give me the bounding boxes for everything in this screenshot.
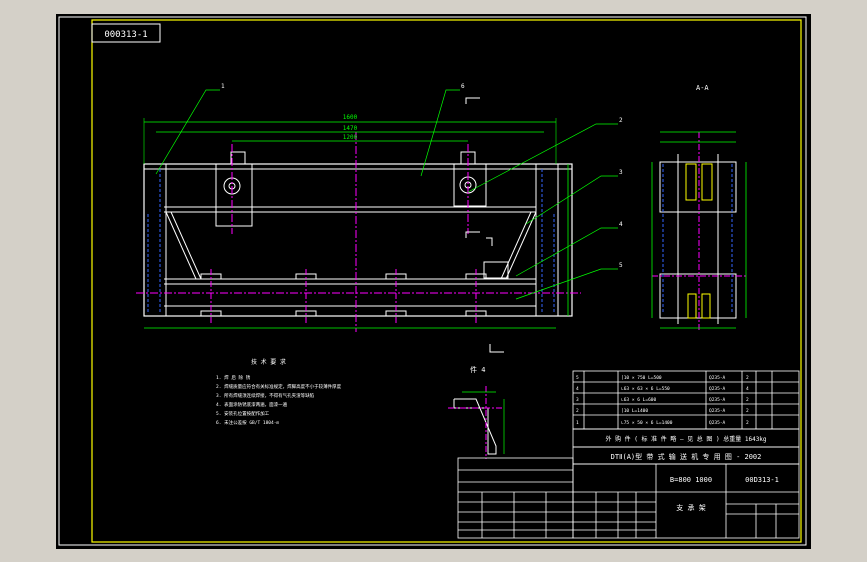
- part-qty: 2: [746, 375, 749, 381]
- leader-5: 5: [619, 262, 623, 269]
- leader-3: 3: [619, 169, 623, 176]
- part-spec: ∟63 × 63 × 6 L=550: [621, 386, 670, 392]
- part-qty: 2: [746, 420, 749, 426]
- part-spec: ∟63 × 6 L=600: [621, 397, 657, 403]
- part-spec: ∟75 × 50 × 6 L=1400: [621, 420, 673, 426]
- part-mat: Q235-A: [709, 386, 726, 392]
- note-5: 5. 安装孔位置按配作加工: [216, 410, 270, 417]
- detail-label: 件 4: [470, 365, 485, 374]
- note-6: 6. 未注公差按 GB/T 1804-m: [216, 419, 279, 426]
- part-mat: Q235-A: [709, 408, 726, 414]
- section-view: A-A: [651, 84, 747, 332]
- title-drawing-no: 00D313-1: [745, 476, 779, 484]
- part-spec: [10 × 750 L=500: [621, 375, 662, 381]
- part-no: 3: [576, 397, 579, 403]
- detail-view: 件 4: [448, 365, 505, 459]
- leader-4: 4: [619, 221, 623, 228]
- leader-lines: [155, 89, 618, 300]
- dim-mid: 1470: [343, 125, 358, 132]
- note-1: 1. 焊 后 除 锈: [216, 374, 251, 381]
- part-mat: Q235-A: [709, 397, 726, 403]
- front-view: 1600 1470 1200: [136, 97, 581, 353]
- drawing-sheet: 000313-1 1600 1470 1200 1 6 2 3 4 5 A-A …: [58, 16, 807, 546]
- part-no: 4: [576, 386, 579, 392]
- note-4: 4. 表面涂防锈底漆两遍，面漆一遍: [216, 401, 288, 408]
- leader-6: 6: [461, 83, 465, 90]
- part-spec: [10 L=1400: [621, 408, 648, 414]
- note-2: 2. 焊缝质量应符合有关标准规定，焊脚高度不小于较薄件厚度: [216, 383, 342, 390]
- part-no: 5: [576, 375, 579, 381]
- title-header: 外 购 件 ( 标 准 件 略 — 见 总 图 ) 总重量 1643kg: [605, 435, 766, 443]
- tech-notes: 技 术 要 求 1. 焊 后 除 锈 2. 焊缝质量应符合有关标准规定，焊脚高度…: [216, 358, 342, 426]
- leader-1: 1: [221, 83, 225, 90]
- cad-viewport[interactable]: 000313-1 1600 1470 1200 1 6 2 3 4 5 A-A …: [0, 0, 867, 562]
- title-main: DTⅡ(A)型 带 式 输 送 机 专 用 图 - 2002: [611, 452, 762, 461]
- part-no: 1: [576, 420, 579, 426]
- dim-holes: 1200: [343, 134, 358, 141]
- part-no: 2: [576, 408, 579, 414]
- parts-list: 5 [10 × 750 L=500 2 Q235-A 4 ∟63 × 63 × …: [576, 375, 749, 426]
- note-3: 3. 所有焊缝须连续焊接，不得有气孔夹渣等缺陷: [216, 392, 315, 399]
- outer-frame: [58, 16, 807, 546]
- drawing-canvas[interactable]: 000313-1 1600 1470 1200 1 6 2 3 4 5 A-A …: [56, 14, 811, 549]
- leader-2: 2: [619, 117, 623, 124]
- part-qty: 4: [746, 386, 749, 392]
- notes-title: 技 术 要 求: [251, 358, 286, 366]
- stamp-code: 000313-1: [104, 30, 147, 40]
- part-mat: Q235-A: [709, 420, 726, 426]
- title-part-name: 支 承 架: [676, 503, 705, 512]
- title-spec: B=800 1000: [670, 476, 712, 484]
- part-mat: Q235-A: [709, 375, 726, 381]
- part-qty: 2: [746, 408, 749, 414]
- part-qty: 2: [746, 397, 749, 403]
- dim-overall: 1600: [343, 114, 358, 121]
- section-label: A-A: [696, 84, 709, 92]
